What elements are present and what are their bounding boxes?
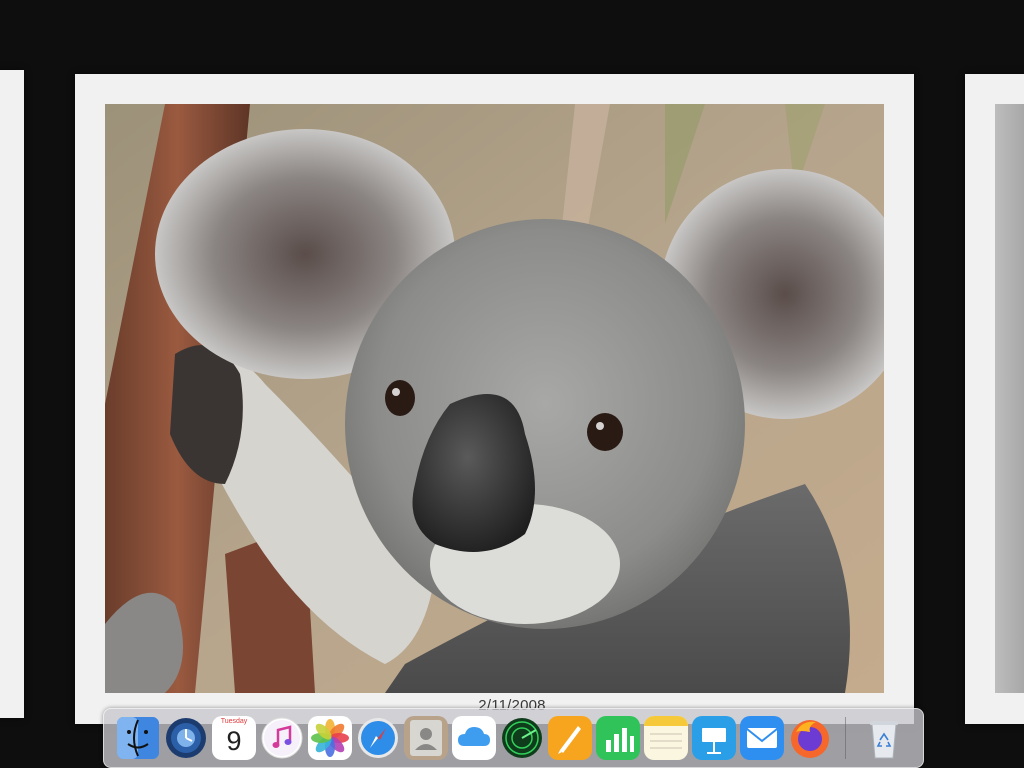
calendar-icon[interactable]: Tuesday 9 [212, 716, 256, 760]
calendar-weekday: Tuesday [220, 718, 248, 725]
numbers-icon[interactable] [596, 716, 640, 760]
recycle-bin-icon[interactable] [862, 716, 906, 760]
firefox-icon[interactable] [788, 716, 832, 760]
photo-viewer: 2/11/2008 Tuesday 9 [0, 0, 1024, 768]
notes-icon[interactable] [644, 716, 688, 760]
time-machine-icon[interactable] [164, 716, 208, 760]
keynote-icon[interactable] [692, 716, 736, 760]
mail-icon[interactable] [740, 716, 784, 760]
previous-photo-frame[interactable] [0, 70, 24, 718]
current-photo-frame [75, 74, 914, 724]
radar-icon[interactable] [500, 716, 544, 760]
finder-icon[interactable] [116, 716, 160, 760]
music-icon[interactable] [260, 716, 304, 760]
next-photo-thumbnail[interactable] [995, 104, 1024, 693]
calendar-day: 9 [226, 726, 242, 756]
koala-photo[interactable] [105, 104, 884, 693]
safari-icon[interactable] [356, 716, 400, 760]
next-photo-frame[interactable] [965, 74, 1024, 724]
dock: Tuesday 9 [103, 708, 924, 768]
contacts-icon[interactable] [404, 716, 448, 760]
dock-separator [845, 717, 846, 759]
photos-icon[interactable] [308, 716, 352, 760]
icloud-icon[interactable] [452, 716, 496, 760]
pages-icon[interactable] [548, 716, 592, 760]
